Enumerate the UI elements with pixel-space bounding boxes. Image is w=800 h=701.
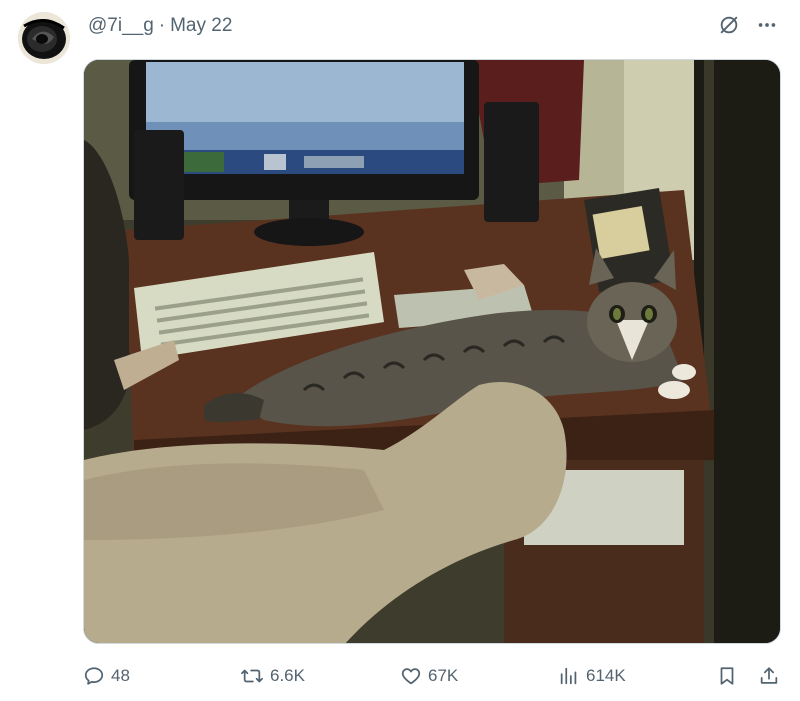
header-separator: ·: [158, 15, 166, 36]
share-icon: [760, 667, 778, 684]
tweet-date[interactable]: May 22: [170, 15, 232, 37]
retweet-button[interactable]: 6.6K: [240, 660, 305, 692]
retweet-icon: [241, 669, 263, 683]
reply-button[interactable]: 48: [83, 660, 130, 692]
tweet-actions: 48 6.6K 67K 614K: [83, 660, 783, 692]
reply-count: 48: [111, 666, 130, 685]
tweet: @7i__g · May 22 48 6.6K 67K 614K: [0, 0, 800, 701]
more-icon[interactable]: [756, 14, 778, 36]
reply-icon: [84, 667, 104, 685]
avatar[interactable]: [18, 12, 70, 64]
heart-icon: [401, 668, 421, 685]
author-handle[interactable]: @7i__g: [88, 15, 154, 37]
tweet-header: @7i__g · May 22: [88, 14, 232, 38]
header-actions: [718, 14, 778, 36]
views-button[interactable]: 614K: [558, 660, 626, 692]
share-button[interactable]: [758, 660, 780, 692]
retweet-count: 6.6K: [270, 666, 305, 685]
bookmark-button[interactable]: [716, 660, 738, 692]
avatar-image: [18, 12, 70, 64]
photo-illustration: [84, 60, 780, 643]
tweet-photo[interactable]: [83, 59, 781, 644]
like-button[interactable]: 67K: [400, 660, 458, 692]
grok-icon[interactable]: [718, 14, 740, 36]
bookmark-icon: [720, 667, 734, 685]
like-count: 67K: [428, 666, 459, 685]
views-count: 614K: [586, 666, 626, 685]
views-icon: [560, 667, 577, 685]
